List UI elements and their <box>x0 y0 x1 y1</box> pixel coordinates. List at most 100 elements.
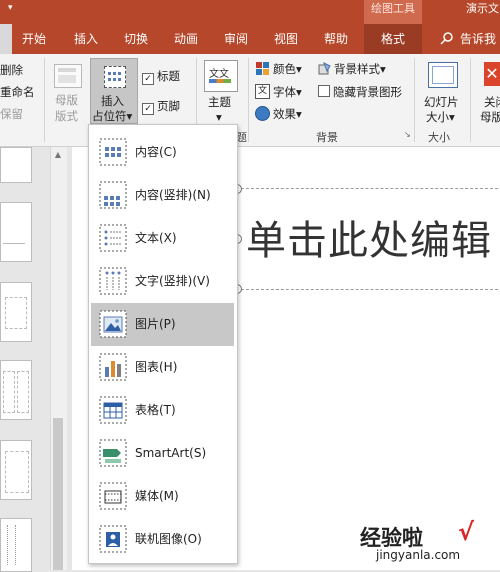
insert-placeholder-icon <box>104 66 126 88</box>
theme-label[interactable]: 主题 <box>208 94 231 110</box>
checkbox-checked-icon: ✓ <box>142 73 154 85</box>
title-placeholder-text[interactable]: 单击此处编辑 <box>246 208 492 266</box>
chevron-down-icon: ▾ <box>296 62 302 76</box>
quick-access-dropdown-icon[interactable]: ▾ <box>8 3 13 13</box>
group-separator <box>44 58 45 142</box>
theme-icon: 文文 <box>204 60 238 92</box>
vertical-text-icon <box>99 267 127 295</box>
menu-item-media[interactable]: 媒体(M) <box>91 475 234 518</box>
menu-item-label: 内容(竖排)(N) <box>135 188 211 202</box>
master-layout-label-2[interactable]: 版式 <box>55 108 78 124</box>
menu-item-smartart[interactable]: SmartArt(S) <box>91 432 234 475</box>
tab-format[interactable]: 格式 <box>364 24 422 54</box>
menu-item-text[interactable]: 文本(X) <box>91 217 234 260</box>
size-group-label: 大小 <box>428 131 450 144</box>
colors-icon <box>256 62 269 75</box>
hide-background-graphics-checkbox[interactable]: 隐藏背景图形 <box>318 84 402 100</box>
background-group-label: 背景 <box>316 131 338 144</box>
menu-item-label: 联机图像(O) <box>135 532 202 546</box>
footer-checkbox[interactable]: ✓ 页脚 <box>142 98 180 115</box>
tab-help[interactable]: 帮助 <box>324 24 348 54</box>
tab-home[interactable]: 开始 <box>22 24 46 54</box>
delete-layout-button[interactable]: 删除 <box>0 62 23 78</box>
watermark-check-icon: √ <box>458 518 475 546</box>
slide-thumbnail[interactable] <box>0 202 32 262</box>
online-image-icon <box>99 525 127 553</box>
menu-item-chart[interactable]: 图表(H) <box>91 346 234 389</box>
preserve-layout-button[interactable]: 保留 <box>0 106 23 122</box>
group-separator <box>470 58 471 142</box>
menu-item-label: 文本(X) <box>135 231 177 245</box>
close-master-view-icon: ✕ <box>484 62 500 86</box>
chevron-down-icon: ▾ <box>296 107 302 121</box>
app-title: 演示文 <box>466 2 499 15</box>
slide-thumbnail[interactable] <box>0 360 32 420</box>
menu-item-label: 图表(H) <box>135 360 178 374</box>
checkbox-checked-icon: ✓ <box>142 103 154 115</box>
content-icon <box>99 138 127 166</box>
menu-item-content[interactable]: 内容(C) <box>91 131 234 174</box>
checkbox-unchecked-icon <box>318 85 330 97</box>
fonts-button[interactable]: 字体▾ <box>273 84 302 100</box>
scrollbar-thumb[interactable] <box>53 418 63 570</box>
search-icon[interactable] <box>440 24 454 54</box>
group-separator <box>414 58 415 142</box>
chevron-down-icon: ▾ <box>296 85 302 99</box>
effects-icon <box>255 106 270 121</box>
slide-thumbnail[interactable] <box>0 518 32 572</box>
table-icon <box>99 396 127 424</box>
dialog-launcher-icon[interactable]: ↘ <box>404 131 412 139</box>
scroll-up-arrow-icon[interactable]: ▲ <box>52 150 64 160</box>
title-checkbox[interactable]: ✓ 标题 <box>142 68 180 85</box>
menu-item-label: 表格(T) <box>135 403 176 417</box>
menu-item-vertical-text[interactable]: 文字(竖排)(V) <box>91 260 234 303</box>
chevron-down-icon: ▾ <box>126 109 133 123</box>
title-bar <box>0 0 500 24</box>
menu-item-content-vertical[interactable]: 内容(竖排)(N) <box>91 174 234 217</box>
slide-thumbnail[interactable] <box>0 440 32 500</box>
background-styles-icon <box>318 61 331 75</box>
fonts-icon: 文 <box>255 84 270 99</box>
chevron-down-icon: ▾ <box>380 62 386 76</box>
master-layout-label-1[interactable]: 母版 <box>55 92 78 108</box>
tab-review[interactable]: 审阅 <box>224 24 248 54</box>
menu-item-table[interactable]: 表格(T) <box>91 389 234 432</box>
close-master-label-1[interactable]: 关闭 <box>484 94 500 110</box>
watermark-url: jingyanla.com <box>376 548 461 562</box>
menu-item-label: SmartArt(S) <box>135 446 207 460</box>
tab-insert[interactable]: 插入 <box>74 24 98 54</box>
tab-transitions[interactable]: 切换 <box>124 24 148 54</box>
content-vertical-icon <box>99 181 127 209</box>
text-icon <box>99 224 127 252</box>
insert-placeholder-label-1: 插入 <box>101 94 124 108</box>
group-separator <box>248 58 249 142</box>
tab-view[interactable]: 视图 <box>274 24 298 54</box>
picture-icon <box>99 310 127 338</box>
colors-button[interactable]: 颜色▾ <box>273 61 302 77</box>
effects-button[interactable]: 效果▾ <box>273 106 302 122</box>
rename-layout-button[interactable]: 重命名 <box>0 84 35 100</box>
smartart-icon <box>99 439 127 467</box>
tell-me-input[interactable]: 告诉我 <box>460 24 496 54</box>
menu-item-online-image[interactable]: 联机图像(O) <box>91 518 234 561</box>
menu-item-label: 媒体(M) <box>135 489 179 503</box>
file-tab-stub[interactable] <box>0 24 12 54</box>
background-styles-button[interactable]: 背景样式▾ <box>334 61 386 77</box>
master-layout-icon <box>54 64 82 88</box>
menu-item-label: 图片(P) <box>135 317 176 331</box>
insert-placeholder-label-2: 占位符▾ <box>92 109 133 123</box>
chevron-down-icon: ▾ <box>216 110 222 124</box>
slide-size-label-2[interactable]: 大小▾ <box>426 109 455 125</box>
menu-item-picture[interactable]: 图片(P) <box>91 303 234 346</box>
slide-size-icon <box>428 62 458 88</box>
context-tab-group-label: 绘图工具 <box>364 0 422 24</box>
slide-thumbnail[interactable] <box>0 282 32 342</box>
slide-size-label-1[interactable]: 幻灯片 <box>424 94 459 110</box>
menu-item-label: 内容(C) <box>135 145 177 159</box>
close-master-label-2[interactable]: 母版视 <box>480 109 500 125</box>
media-icon <box>99 482 127 510</box>
tab-animations[interactable]: 动画 <box>174 24 198 54</box>
menu-item-label: 文字(竖排)(V) <box>135 274 210 288</box>
slide-thumbnail[interactable] <box>0 147 32 183</box>
chart-icon <box>99 353 127 381</box>
